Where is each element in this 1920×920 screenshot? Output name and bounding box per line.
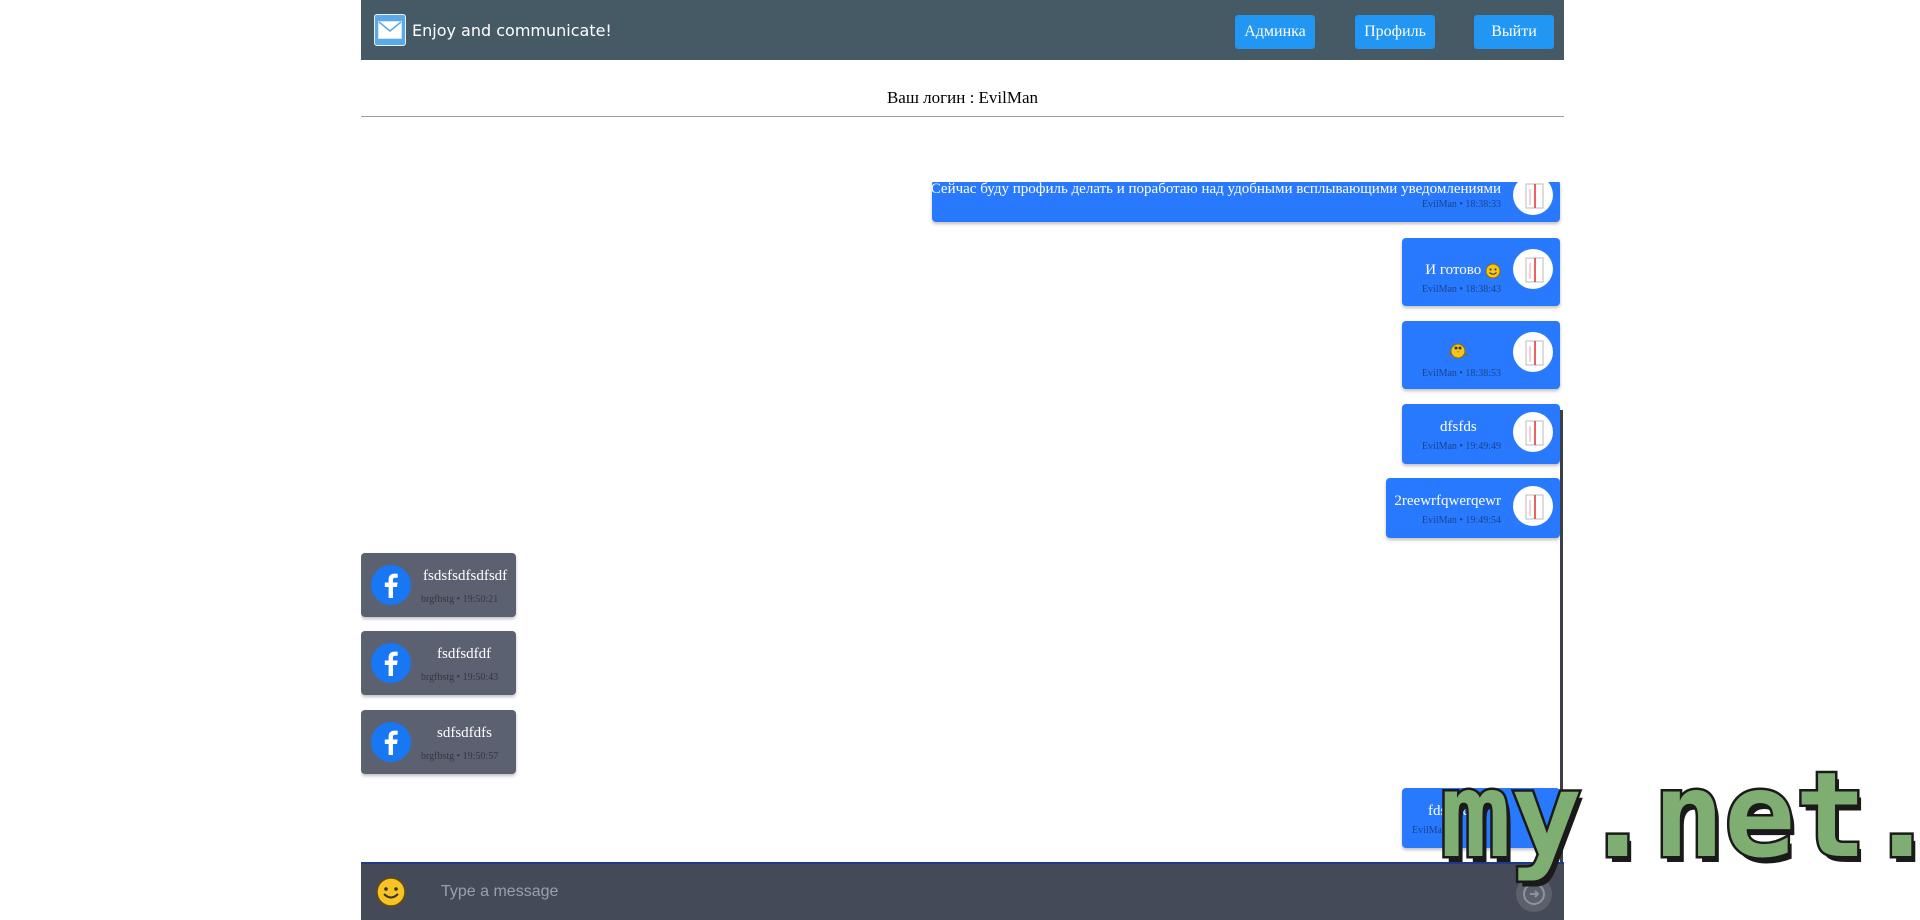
message-bubble-outgoing[interactable]: dfsfds EvilMan • 19:49:49	[1402, 404, 1560, 464]
message-bubble-outgoing[interactable]: Сейчас буду профиль делать и поработаю н…	[930, 182, 1560, 222]
brand-title: Enjoy and communicate!	[412, 20, 612, 40]
message-text: 2reewrfqwerqewr	[1394, 493, 1501, 509]
bird-emoji-icon	[1447, 343, 1469, 359]
top-navbar: Enjoy and communicate! Админка Профиль В…	[361, 0, 1564, 60]
message-meta: EvilMan • 18:38:43	[1421, 284, 1501, 295]
profile-button[interactable]: Профиль	[1355, 15, 1435, 49]
user-avatar[interactable]	[1513, 182, 1553, 215]
message-text: sdfsdfdfs	[437, 725, 492, 741]
message-text: fsdsfsdfsdfsdf	[423, 568, 508, 584]
message-text	[1446, 338, 1470, 362]
message-bubble-incoming[interactable]: fsdsfsdfsdfsdf brgfbstg • 19:50:21	[361, 553, 516, 617]
mail-icon	[374, 14, 406, 46]
admin-button[interactable]: Админка	[1235, 15, 1315, 49]
watermark-text: my.net.ru	[1440, 746, 1920, 884]
message-meta: brgfbstg • 19:50:21	[421, 594, 499, 605]
logout-button[interactable]: Выйти	[1474, 15, 1554, 49]
message-bubble-outgoing[interactable]: 2reewrfqwerqewr EvilMan • 19:49:54	[1386, 478, 1560, 538]
message-bubble-outgoing[interactable]: EvilMan • 18:38:53	[1402, 321, 1560, 389]
message-meta: EvilMan • 18:38:33	[1421, 199, 1501, 210]
message-text: dfsfds	[1440, 419, 1477, 435]
message-meta: brgfbstg • 19:50:57	[421, 751, 499, 762]
user-avatar[interactable]	[1513, 332, 1553, 372]
message-bubble-incoming[interactable]: fsdfsdfdf brgfbstg • 19:50:43	[361, 631, 516, 695]
login-status: Ваш логин : EvilMan	[886, 88, 1039, 107]
message-list[interactable]: Сейчас буду профиль делать и поработаю н…	[361, 182, 1564, 862]
message-bubble-incoming[interactable]: sdfsdfdfs brgfbstg • 19:50:57	[361, 710, 516, 774]
header-divider	[361, 116, 1564, 117]
emoji-picker-button[interactable]	[375, 876, 407, 908]
message-input[interactable]	[441, 876, 1441, 908]
facebook-avatar-icon[interactable]	[371, 722, 411, 762]
smile-emoji-icon	[1485, 263, 1501, 279]
smile-icon	[376, 877, 406, 907]
user-avatar[interactable]	[1513, 486, 1553, 526]
message-text: Сейчас буду профиль делать и поработаю н…	[930, 182, 1501, 197]
user-avatar[interactable]	[1513, 412, 1553, 452]
message-bubble-outgoing[interactable]: И готово EvilMan • 18:38:43	[1402, 238, 1560, 306]
message-text: И готово	[1425, 262, 1501, 279]
message-text: fsdfsdfdf	[437, 646, 492, 662]
facebook-avatar-icon[interactable]	[371, 643, 411, 683]
watermark-logo: my.net.ru my.net.ru	[1440, 744, 1920, 891]
facebook-avatar-icon[interactable]	[371, 565, 411, 605]
message-meta: EvilMan • 19:49:54	[1421, 515, 1501, 526]
message-composer	[361, 862, 1564, 920]
user-avatar[interactable]	[1513, 249, 1553, 289]
message-meta: EvilMan • 19:49:49	[1421, 441, 1501, 452]
brand[interactable]: Enjoy and communicate!	[374, 14, 612, 46]
message-meta: EvilMan • 18:38:53	[1421, 368, 1501, 379]
message-meta: brgfbstg • 19:50:43	[421, 672, 499, 683]
chat-app: Enjoy and communicate! Админка Профиль В…	[361, 0, 1564, 920]
